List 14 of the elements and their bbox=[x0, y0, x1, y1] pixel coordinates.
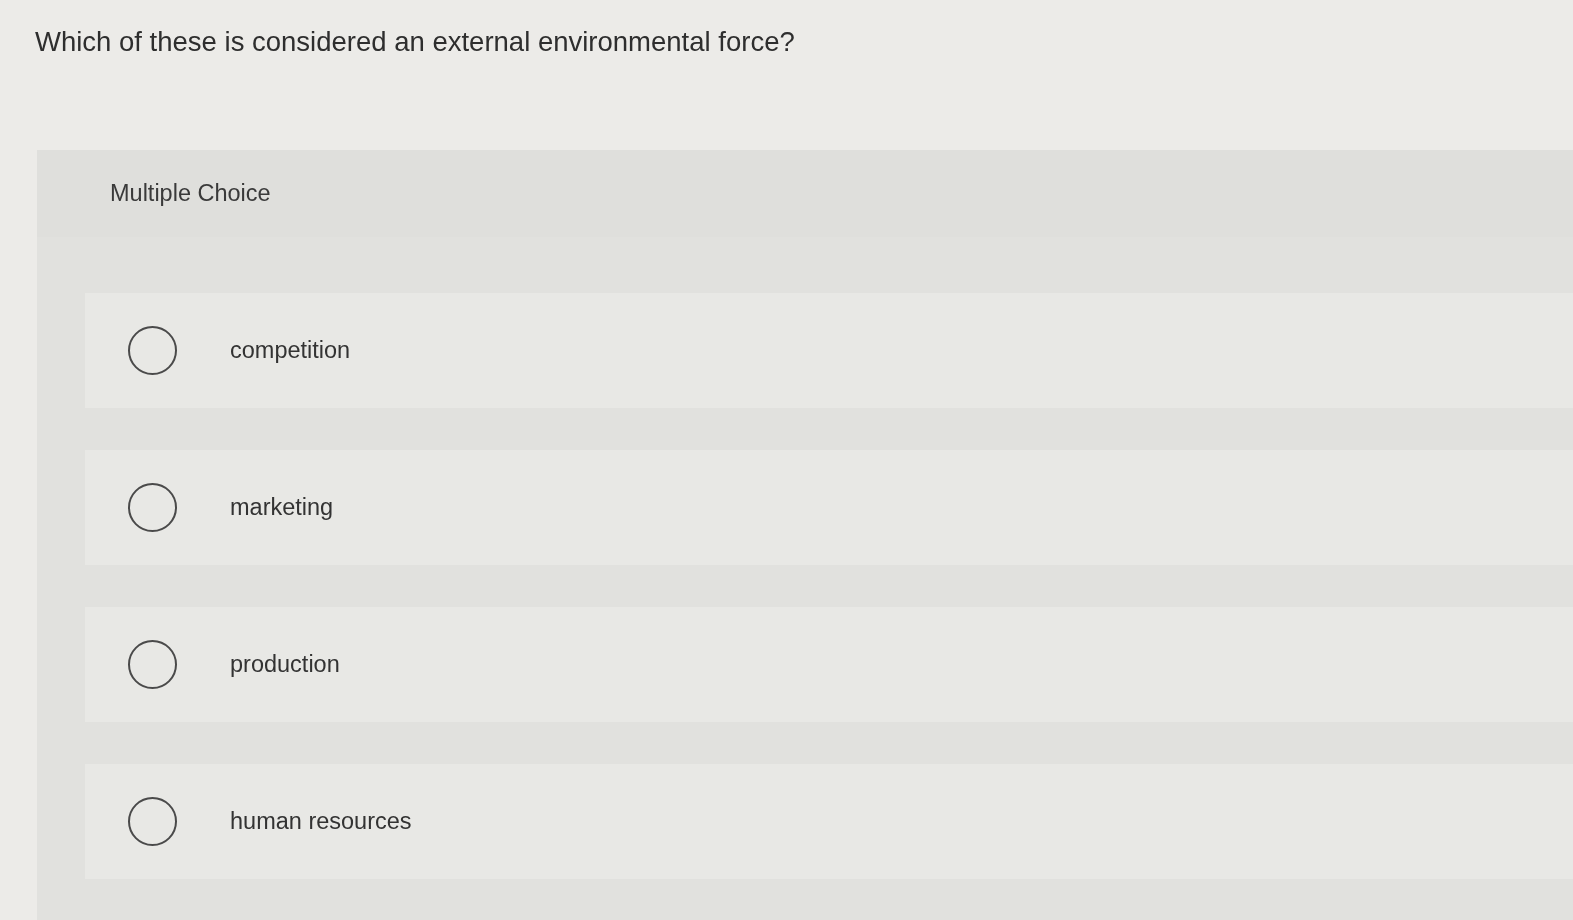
answer-option[interactable]: marketing bbox=[85, 450, 1573, 565]
answer-option[interactable]: human resources bbox=[85, 764, 1573, 879]
option-label: human resources bbox=[230, 806, 412, 836]
radio-button[interactable] bbox=[128, 797, 177, 846]
radio-button[interactable] bbox=[128, 640, 177, 689]
answer-option[interactable]: competition bbox=[85, 293, 1573, 408]
question-text: Which of these is considered an external environmental force? bbox=[35, 25, 795, 59]
question-type-label: Multiple Choice bbox=[110, 178, 271, 208]
radio-button[interactable] bbox=[128, 483, 177, 532]
option-label: competition bbox=[230, 335, 351, 365]
radio-button[interactable] bbox=[128, 326, 177, 375]
option-label: production bbox=[230, 649, 340, 679]
answer-option[interactable]: production bbox=[85, 607, 1573, 722]
option-label: marketing bbox=[230, 492, 334, 522]
